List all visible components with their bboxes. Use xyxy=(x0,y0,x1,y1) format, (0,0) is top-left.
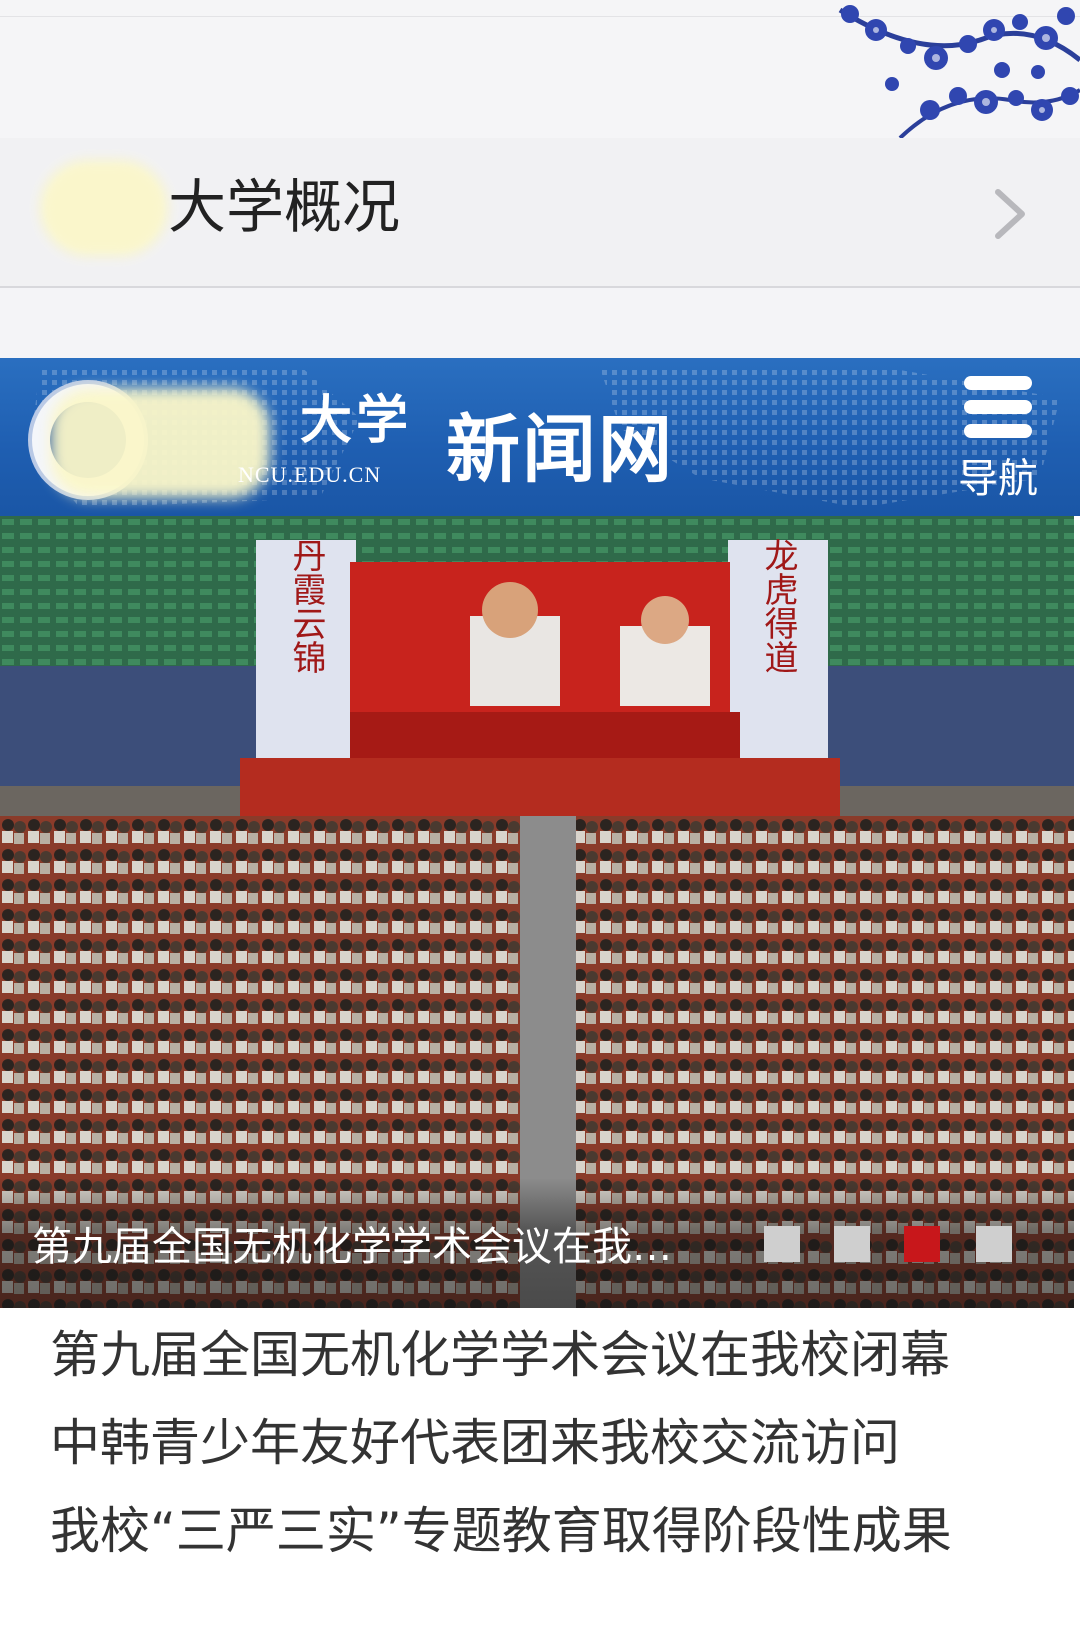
news-list: 第九届全国无机化学学术会议在我校闭幕 中韩青少年友好代表团来我校交流访问 我校“… xyxy=(50,1318,1050,1582)
brand-university: 大学 xyxy=(300,390,413,451)
banner-left-text: 丹霞云锦 xyxy=(286,538,326,674)
news-item[interactable]: 第九届全国无机化学学术会议在我校闭幕 xyxy=(50,1318,1050,1406)
slide-indicator-1[interactable] xyxy=(764,1226,800,1262)
slide-caption[interactable]: 第九届全国无机化学学术会议在我… xyxy=(32,1222,762,1272)
site-title: 新闻网 xyxy=(446,407,674,493)
top-decor-band xyxy=(0,0,1080,139)
chevron-right-icon[interactable] xyxy=(990,186,1030,242)
overview-label: 大学概况 xyxy=(168,173,401,241)
nav-label: 导航 xyxy=(958,456,1038,502)
plum-blossom-decoration xyxy=(838,5,1080,138)
slide-indicator-3[interactable] xyxy=(904,1226,940,1262)
brand-domain: NCU.EDU.CN xyxy=(238,462,382,487)
redacted-university-name xyxy=(40,160,168,256)
news-site-header: 大学 NCU.EDU.CN 新闻网 导航 xyxy=(0,358,1080,516)
spacer-band xyxy=(0,288,1080,358)
banner-right-text: 龙虎得道 xyxy=(758,538,798,674)
slide-indicator-4[interactable] xyxy=(976,1226,1012,1262)
news-item[interactable]: 中韩青少年友好代表团来我校交流访问 xyxy=(50,1406,1050,1494)
redacted-university-name xyxy=(50,388,270,498)
nav-menu-button[interactable]: 导航 xyxy=(948,376,1056,502)
slide-indicator-2[interactable] xyxy=(834,1226,870,1262)
news-item[interactable]: 我校“三严三实”专题教育取得阶段性成果 xyxy=(50,1494,1050,1582)
